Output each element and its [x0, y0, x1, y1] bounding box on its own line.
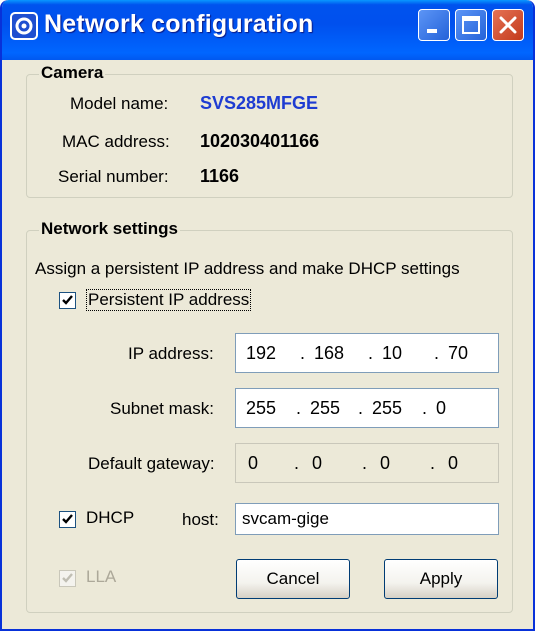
subnet-octet-2[interactable]: 255 [310, 398, 340, 419]
gateway-octet-3: 0 [380, 453, 391, 473]
mac-address-label: MAC address: [62, 132, 170, 151]
subnet-dot-1: . [296, 398, 302, 418]
host-input[interactable] [235, 503, 499, 535]
window-title: Network configuration [44, 10, 314, 38]
ip-dot-3: . [434, 343, 440, 363]
apply-button[interactable]: Apply [384, 559, 498, 599]
dhcp-checkbox[interactable] [59, 511, 76, 528]
model-name-value: SVS285MFGE [200, 93, 319, 113]
checkmark-icon [62, 573, 73, 583]
host-label: host: [182, 510, 219, 529]
maximize-button[interactable] [455, 9, 487, 41]
persistent-ip-checkbox[interactable] [59, 292, 76, 309]
gateway-dot-1: . [294, 453, 300, 473]
checkmark-icon [62, 295, 73, 305]
title-bar[interactable]: Network configuration [2, 0, 533, 60]
subnet-octet-4[interactable]: 0 [436, 398, 446, 419]
gateway-octet-1: 0 [248, 453, 259, 473]
lla-checkbox [59, 570, 76, 587]
network-settings-description: Assign a persistent IP address and make … [35, 259, 460, 278]
serial-number-label: Serial number: [58, 167, 169, 186]
default-gateway-label: Default gateway: [88, 454, 215, 473]
maximize-icon [462, 16, 480, 34]
minimize-icon [427, 29, 437, 33]
checkmark-icon [62, 514, 73, 524]
model-name-label: Model name: [70, 94, 169, 113]
dhcp-label[interactable]: DHCP [86, 508, 134, 528]
ip-dot-2: . [368, 343, 374, 363]
subnet-octet-1[interactable]: 255 [246, 398, 276, 419]
lla-label: LLA [86, 567, 117, 586]
subnet-mask-label: Subnet mask: [110, 399, 214, 418]
gateway-dot-3: . [430, 453, 436, 473]
persistent-ip-label[interactable]: Persistent IP address [86, 289, 252, 311]
cancel-button[interactable]: Cancel [236, 559, 350, 599]
ip-octet-4[interactable]: 70 [448, 343, 468, 364]
gateway-octet-4: 0 [448, 453, 459, 473]
camera-group-label: Camera [39, 63, 106, 83]
ip-address-field[interactable]: 192 . 168 . 10 . 70 [235, 333, 499, 373]
mac-address-value: 102030401166 [200, 131, 320, 151]
network-camera-icon [10, 12, 38, 40]
ip-octet-2[interactable]: 168 [314, 343, 344, 364]
subnet-octet-3[interactable]: 255 [372, 398, 402, 419]
default-gateway-field: 0 . 0 . 0 . 0 [235, 443, 499, 483]
serial-number-value: 1166 [200, 166, 240, 186]
close-icon [499, 16, 517, 34]
network-configuration-window: Network configuration Camera Model name:… [0, 0, 535, 631]
network-settings-group-label: Network settings [39, 219, 180, 239]
gateway-dot-2: . [362, 453, 368, 473]
minimize-button[interactable] [418, 9, 450, 41]
subnet-dot-2: . [358, 398, 364, 418]
gateway-octet-2: 0 [312, 453, 323, 473]
subnet-dot-3: . [422, 398, 428, 418]
ip-octet-3[interactable]: 10 [382, 343, 402, 364]
ip-address-label: IP address: [128, 344, 214, 363]
ip-dot-1: . [300, 343, 306, 363]
ip-octet-1[interactable]: 192 [246, 343, 276, 364]
subnet-mask-field[interactable]: 255 . 255 . 255 . 0 [235, 388, 499, 428]
close-button[interactable] [492, 9, 524, 41]
